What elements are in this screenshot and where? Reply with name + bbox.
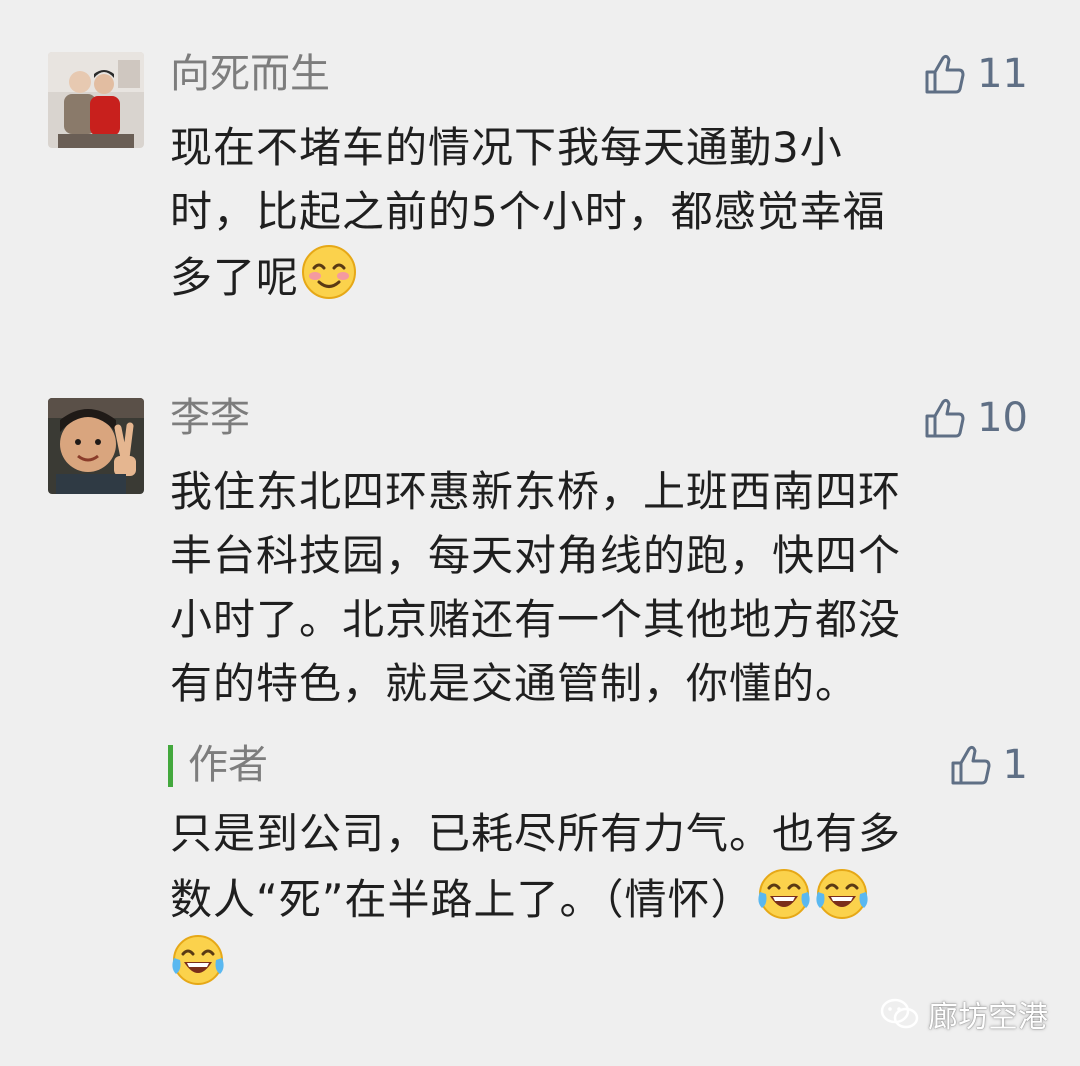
tears-of-joy-emoji [814,866,870,922]
watermark: 廊坊空港 [880,992,1048,1036]
avatar[interactable] [48,52,144,148]
thumbs-up-icon [951,745,991,785]
avatar[interactable] [48,398,144,494]
reply-line: 数人“死”在半路上了。（情怀） [170,866,901,932]
thumbs-up-icon [925,54,965,94]
like-count: 11 [977,51,1028,97]
comment-username[interactable]: 向死而生 [170,50,330,98]
reply-line-text: 数人“死”在半路上了。（情怀） [170,875,754,924]
like-count: 1 [1002,742,1028,788]
comment-line: 现在不堵车的情况下我每天通勤3小 [170,123,843,172]
wechat-icon [880,998,919,1029]
like-button[interactable]: 10 [923,394,1028,442]
blush-smile-emoji [301,244,357,300]
tears-of-joy-emoji [170,932,226,988]
comment-text: 我住东北四环惠新东桥，上班西南四环 丰台科技园，每天对角线的跑，快四个 小时了。… [170,460,901,716]
reply-line [170,932,901,998]
like-button[interactable]: 11 [923,50,1028,98]
comment-line: 时，比起之前的5个小时，都感觉幸福 [170,187,886,236]
like-count: 10 [977,395,1028,441]
comment-username[interactable]: 李李 [170,394,250,442]
comment-text: 现在不堵车的情况下我每天通勤3小 时，比起之前的5个小时，都感觉幸福 多了呢 [170,116,886,310]
comment-line: 我住东北四环惠新东桥，上班西南四环 [170,467,902,516]
comment-line: 小时了。北京赌还有一个其他地方都没 [170,595,902,644]
comment-line: 多了呢 [170,244,886,310]
reply-like-button[interactable]: 1 [949,741,1028,789]
reply-text: 只是到公司，已耗尽所有力气。也有多 数人“死”在半路上了。（情怀） [170,802,901,998]
tears-of-joy-emoji [756,866,812,922]
comment-line: 有的特色，就是交通管制，你懂的。 [170,659,859,708]
reply-line: 只是到公司，已耗尽所有力气。也有多 [170,809,902,858]
comment-line: 丰台科技园，每天对角线的跑，快四个 [170,531,902,580]
thumbs-up-icon [925,398,965,438]
comment-line-text: 多了呢 [170,253,300,302]
author-label: 作者 [188,742,268,788]
watermark-text: 廊坊空港 [928,1000,1048,1035]
author-reply-bar [168,745,173,787]
